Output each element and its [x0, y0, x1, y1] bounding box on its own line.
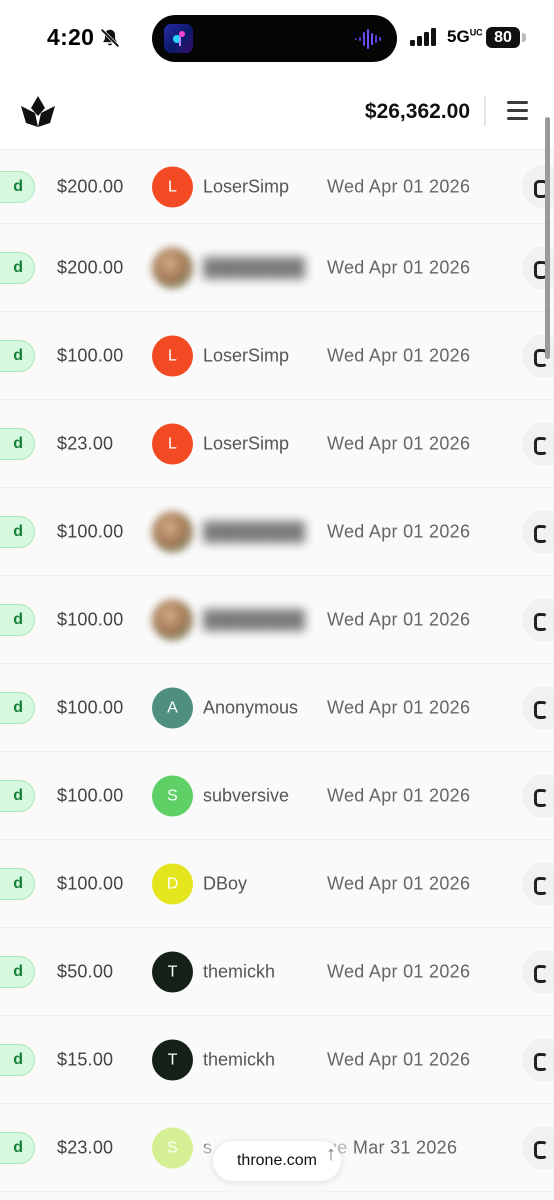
app-header: $26,362.00 [0, 78, 554, 150]
transaction-amount: $50.00 [57, 961, 114, 981]
avatar[interactable] [152, 247, 193, 288]
transaction-amount: $100.00 [57, 609, 124, 629]
avatar[interactable]: L [152, 335, 193, 376]
status-badge[interactable]: d [0, 170, 35, 203]
avatar[interactable] [152, 511, 193, 552]
transaction-amount: $23.00 [57, 433, 114, 453]
status-badge[interactable]: d [0, 955, 35, 988]
transaction-row[interactable]: d $23.00 L LoserSimp Wed Apr 01 2026 [0, 400, 554, 488]
transaction-date: Wed Apr 01 2026 [327, 961, 471, 981]
sender-username[interactable]: ████████ [203, 609, 305, 630]
avatar[interactable]: T [152, 951, 193, 992]
hamburger-menu-icon[interactable] [505, 99, 531, 125]
transaction-amount: $100.00 [57, 697, 124, 717]
transaction-row[interactable]: d $15.00 Tthemickh Wed Apr 01 2026 [0, 1016, 554, 1104]
browser-url-bar[interactable]: throne.com [213, 1141, 341, 1181]
status-badge[interactable]: d [0, 339, 35, 372]
row-action-button[interactable] [522, 949, 554, 994]
transaction-date: Wed Apr 01 2026 [327, 257, 471, 277]
sender-username[interactable]: themickh [203, 961, 275, 982]
status-badge[interactable]: d [0, 1043, 35, 1076]
sender-username[interactable]: Anonymous [203, 697, 298, 718]
network-type: 5GUC [447, 27, 483, 46]
transaction-row[interactable]: d $200.00 ████████ Wed Apr 01 2026 [0, 224, 554, 312]
sender-username[interactable]: themickh [203, 1049, 275, 1070]
status-badge[interactable]: d [0, 867, 35, 900]
row-action-button[interactable] [522, 597, 554, 642]
transaction-date: Wed Apr 01 2026 [327, 697, 471, 717]
transaction-date: Wed Apr 01 2026 [327, 176, 471, 196]
now-playing-artwork [164, 24, 193, 53]
transaction-date: Wed Apr 01 2026 [327, 873, 471, 893]
row-action-button[interactable] [522, 509, 554, 554]
transaction-amount: $23.00 [57, 1137, 114, 1157]
status-badge[interactable]: d [0, 251, 35, 284]
battery-tip [522, 33, 526, 42]
transaction-row[interactable]: d $100.00 L LoserSimp Wed Apr 01 2026 [0, 312, 554, 400]
row-action-button[interactable] [522, 421, 554, 466]
sender-username[interactable]: LoserSimp [203, 176, 289, 197]
avatar[interactable]: D [152, 863, 193, 904]
status-badge[interactable]: d [0, 427, 35, 460]
row-action-button[interactable] [522, 773, 554, 818]
sender-username[interactable]: LoserSimp [203, 345, 289, 366]
transaction-row[interactable]: d $100.00 A Anonymous Wed Apr 01 2026 [0, 664, 554, 752]
audio-waveform-icon [355, 29, 381, 49]
status-time: 4:20 [47, 24, 95, 50]
status-badge[interactable]: d [0, 1131, 35, 1164]
transaction-amount: $15.00 [57, 1049, 114, 1069]
status-badge[interactable]: d [0, 779, 35, 812]
status-badge[interactable]: d [0, 603, 35, 636]
account-balance: $26,362.00 [364, 100, 470, 123]
transaction-row[interactable]: d $50.00 Tthemickh Wed Apr 01 2026 [0, 928, 554, 1016]
transaction-date: Wed Apr 01 2026 [327, 521, 471, 541]
ios-status-bar: 4:20 5GUC 80 [0, 0, 554, 78]
transaction-amount: $100.00 [57, 785, 124, 805]
status-badge[interactable]: d [0, 515, 35, 548]
dynamic-island[interactable] [152, 15, 397, 62]
avatar[interactable]: S [152, 775, 193, 816]
cellular-signal-icon [410, 28, 436, 46]
silent-bell-icon [100, 28, 120, 48]
transaction-amount: $200.00 [57, 257, 124, 277]
avatar[interactable]: S [152, 1127, 193, 1168]
transaction-row[interactable]: d $100.00 ████████ Wed Apr 01 2026 [0, 488, 554, 576]
battery-level: 80 [486, 27, 520, 48]
share-arrow-icon[interactable]: ↑ [326, 1143, 336, 1166]
avatar[interactable]: L [152, 166, 193, 207]
avatar[interactable] [152, 599, 193, 640]
transaction-row[interactable]: d $100.00 Ssubversive Wed Apr 01 2026 [0, 752, 554, 840]
row-action-button[interactable] [522, 861, 554, 906]
header-divider [484, 96, 486, 126]
avatar[interactable]: L [152, 423, 193, 464]
transaction-date: Wed Apr 01 2026 [327, 1049, 471, 1069]
transaction-amount: $200.00 [57, 176, 124, 196]
row-action-button[interactable] [522, 1125, 554, 1170]
sender-username[interactable]: DBoy [203, 873, 247, 894]
transaction-row[interactable]: d $100.00 ████████ Wed Apr 01 2026 [0, 576, 554, 664]
transaction-amount: $100.00 [57, 521, 124, 541]
transaction-date: Wed Apr 01 2026 [327, 785, 471, 805]
transaction-date: Wed Apr 01 2026 [327, 609, 471, 629]
status-badge[interactable]: d [0, 691, 35, 724]
sender-username[interactable]: LoserSimp [203, 433, 289, 454]
transaction-amount: $100.00 [57, 873, 124, 893]
vertical-scrollbar[interactable] [545, 117, 550, 359]
sender-username[interactable]: ████████ [203, 257, 305, 278]
transactions-list[interactable]: d $200.00 L LoserSimp Wed Apr 01 2026 d $200.0… [0, 150, 554, 1200]
sender-username[interactable]: subversive [203, 785, 289, 806]
sender-username[interactable]: ████████ [203, 521, 305, 542]
transaction-amount: $100.00 [57, 345, 124, 365]
avatar[interactable]: A [152, 687, 193, 728]
throne-crown-logo-icon[interactable] [18, 95, 58, 129]
transaction-date: Wed Apr 01 2026 [327, 433, 471, 453]
transaction-row[interactable]: d $200.00 L LoserSimp Wed Apr 01 2026 [0, 150, 554, 224]
transaction-row[interactable]: d $100.00 D DBoy Wed Apr 01 2026 [0, 840, 554, 928]
avatar[interactable]: T [152, 1039, 193, 1080]
transaction-date: Wed Apr 01 2026 [327, 345, 471, 365]
row-action-button[interactable] [522, 685, 554, 730]
row-action-button[interactable] [522, 1037, 554, 1082]
